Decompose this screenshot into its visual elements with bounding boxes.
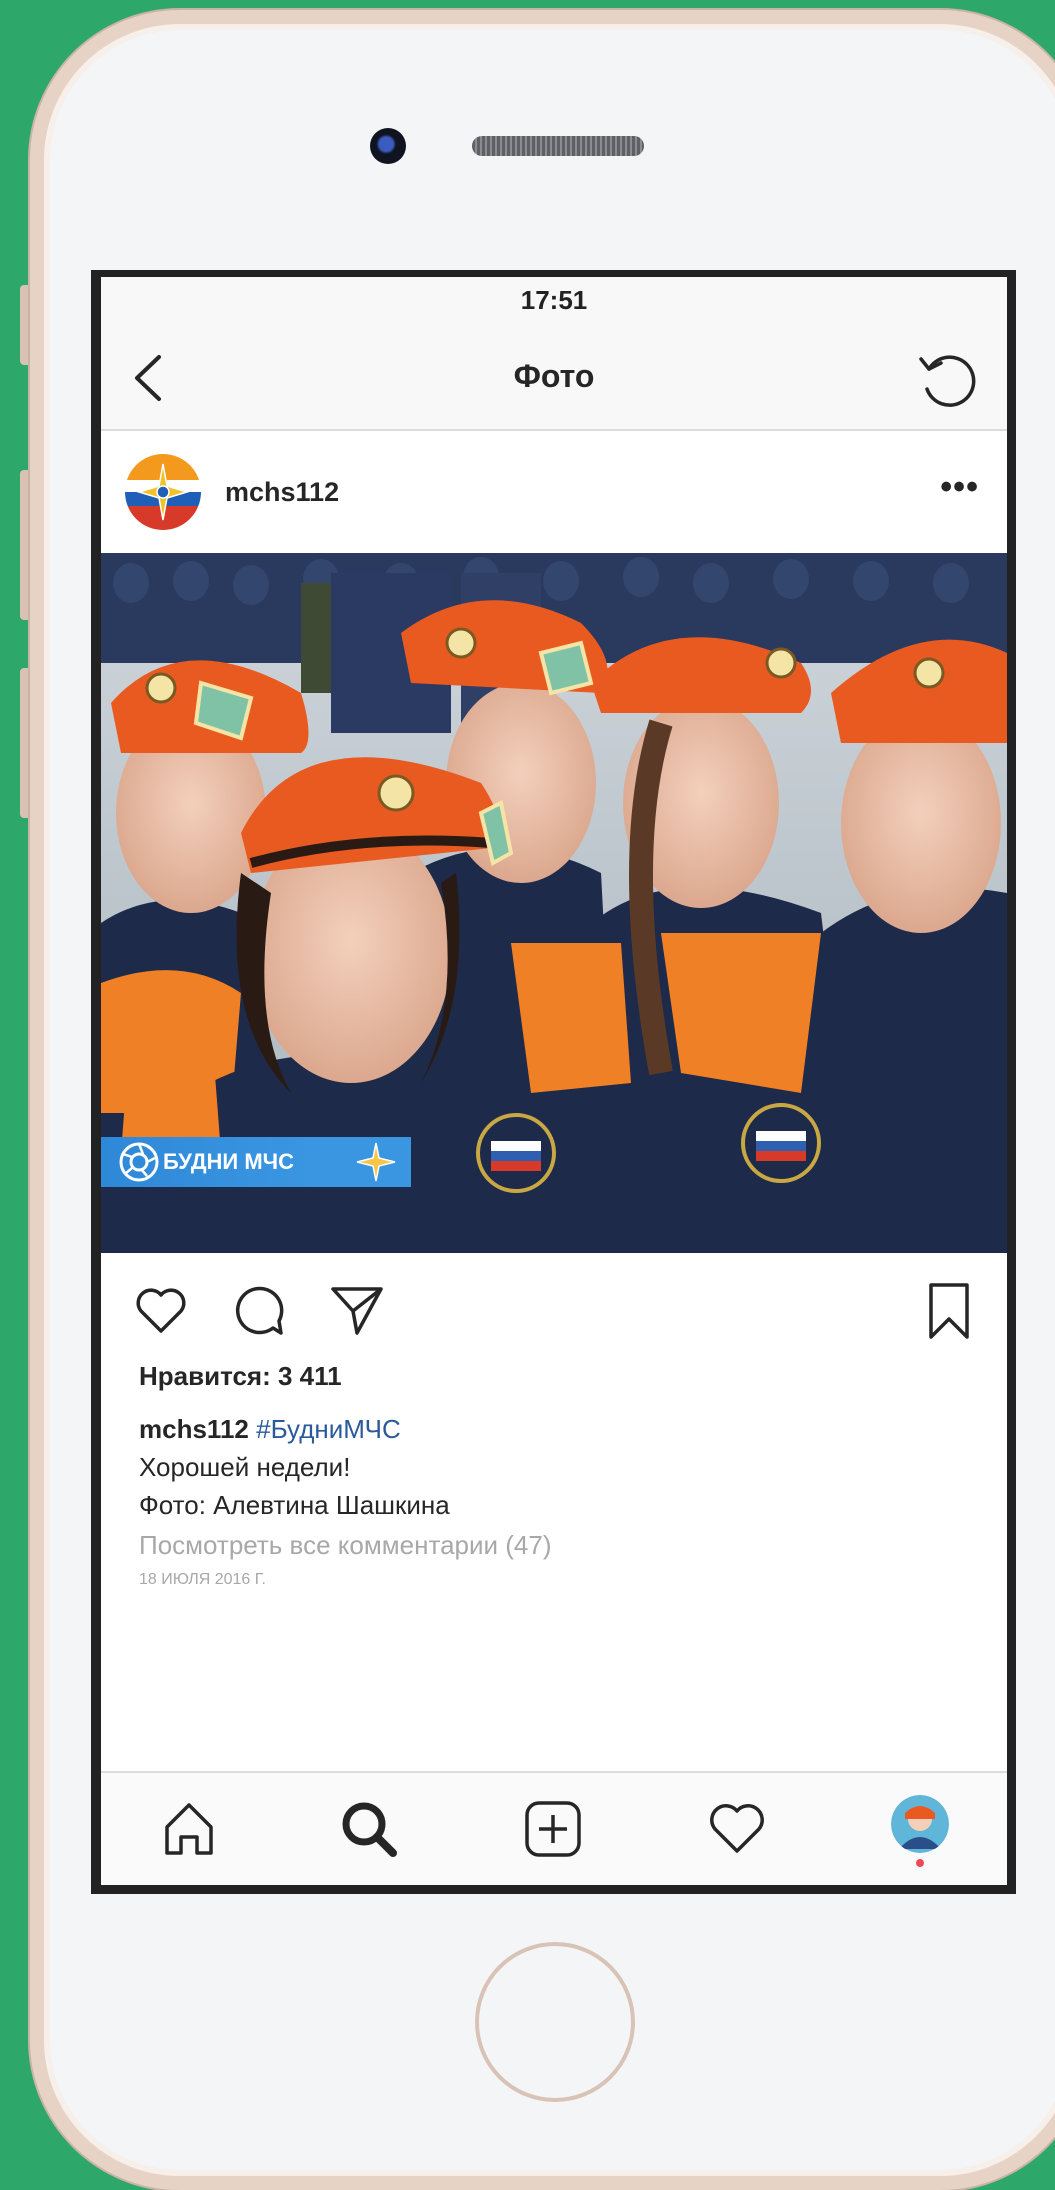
earpiece-speaker [472,136,644,156]
caption-username[interactable]: mchs112 [139,1414,249,1444]
post-author-avatar[interactable] [125,454,201,530]
mchs-logo-icon [125,454,201,530]
caption-hashtag[interactable]: #БудниМЧС [256,1414,401,1444]
post-caption: mchs112 #БудниМЧС Хорошей недели! Фото: … [101,1410,1007,1524]
watermark-text: БУДНИ МЧС [163,1149,294,1174]
instagram-app: 17:51 Фото mchs112 ••• БУДНИ МЧС Нравитс… [101,277,1007,1885]
navigation-bar: Фото [101,323,1007,431]
phone-screen: 17:51 Фото mchs112 ••• БУДНИ МЧС Нравитс… [91,270,1016,1894]
bookmark-icon[interactable] [919,1281,979,1341]
heart-icon[interactable] [131,1281,191,1341]
post-photo[interactable]: БУДНИ МЧС [101,553,1007,1253]
profile-avatar[interactable] [891,1795,949,1853]
emercom-star-icon [356,1142,396,1182]
add-post-icon[interactable] [521,1797,585,1861]
bottom-tab-bar [101,1771,1007,1885]
refresh-icon[interactable] [915,351,979,411]
view-comments-link[interactable]: Посмотреть все комментарии (47) [101,1530,1007,1561]
comment-icon[interactable] [229,1281,289,1341]
activity-heart-icon[interactable] [705,1797,769,1861]
profile-avatar-image [891,1795,949,1853]
page-title: Фото [513,357,595,394]
more-icon[interactable]: ••• [940,470,979,504]
front-camera [370,128,406,164]
watermark-badge: БУДНИ МЧС [101,1137,411,1187]
caption-line-1: Хорошей недели! [139,1452,351,1482]
status-time: 17:51 [520,284,588,315]
aperture-logo-icon [119,1142,159,1182]
chevron-left-icon[interactable] [129,353,169,403]
search-icon[interactable] [337,1797,401,1861]
home-button[interactable] [475,1942,635,2102]
likes-count[interactable]: Нравится: 3 411 [101,1361,1007,1392]
post-header: mchs112 ••• [101,431,1007,553]
notification-dot [916,1859,924,1867]
home-icon[interactable] [157,1797,221,1861]
post-username[interactable]: mchs112 [225,477,339,508]
send-icon[interactable] [327,1281,387,1341]
post-date: 18 июля 2016 г. [139,1571,266,1588]
status-bar: 17:51 [101,277,1007,323]
caption-line-2: Фото: Алевтина Шашкина [139,1490,450,1520]
post-actions [101,1253,1007,1361]
